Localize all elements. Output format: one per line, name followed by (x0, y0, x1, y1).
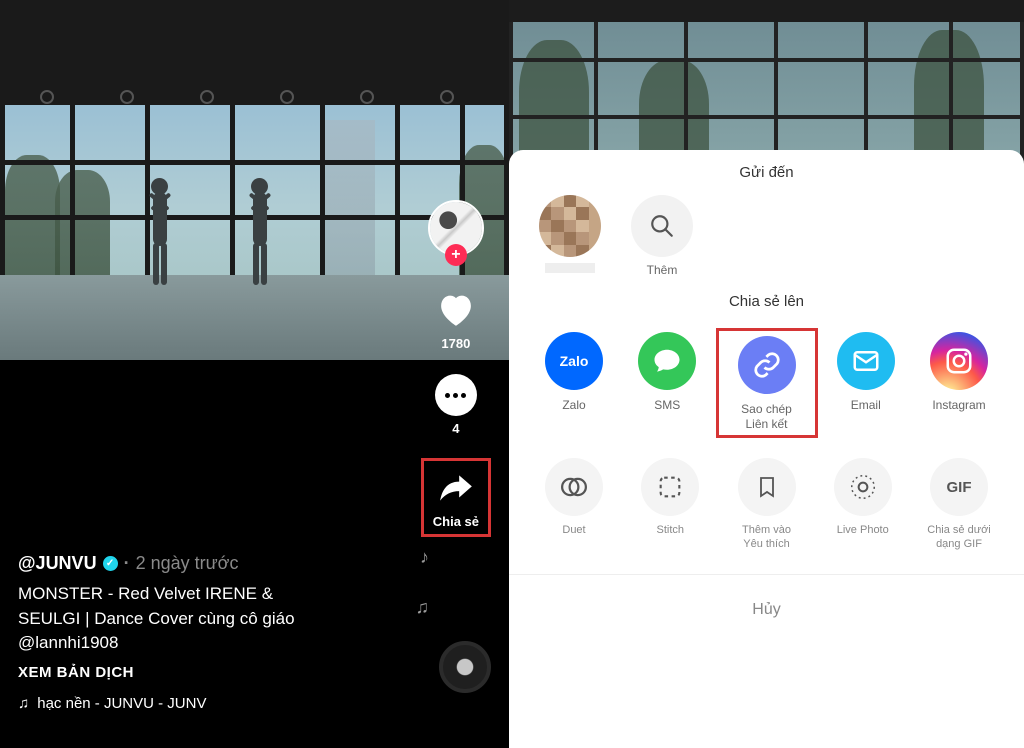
send-contact[interactable] (537, 195, 603, 277)
email-icon (837, 332, 895, 390)
share-to-title: Chia sẻ lên (509, 293, 1024, 310)
search-icon (649, 213, 675, 239)
send-to-title: Gửi đến (509, 164, 1024, 181)
tool-duet[interactable]: Duet (533, 458, 615, 552)
tiktok-video-screen: + 1780 4 Chia sẻ ♪ ♫ @JUNVU ✓ (0, 0, 509, 748)
sound-marquee[interactable]: ♫ hạc nền - JUNVU - JUNV (18, 695, 399, 712)
share-zalo[interactable]: Zalo Zalo (533, 332, 615, 436)
contact-name-blurred (545, 263, 595, 273)
follow-plus-icon[interactable]: + (445, 244, 467, 266)
username[interactable]: @JUNVU (18, 553, 97, 574)
music-note-icon: ♫ (18, 695, 29, 712)
post-time: 2 ngày trước (136, 553, 239, 574)
translate-button[interactable]: XEM BẢN DỊCH (18, 664, 399, 681)
instagram-icon (930, 332, 988, 390)
duet-icon (545, 458, 603, 516)
action-rail: + 1780 4 Chia sẻ (421, 200, 491, 537)
share-sms[interactable]: SMS (626, 332, 708, 436)
heart-icon (435, 289, 477, 331)
video-background (509, 0, 1024, 170)
share-sheet: Gửi đến Thêm Chia sẻ lên Zalo Zalo (509, 150, 1024, 748)
send-more[interactable]: Thêm (629, 195, 695, 277)
highlight-copylink-box (716, 328, 818, 438)
tool-favorite[interactable]: Thêm vàoYêu thích (726, 458, 808, 552)
cancel-button[interactable]: Hủy (509, 574, 1024, 631)
mention[interactable]: @lannhi1908 (18, 631, 399, 656)
share-sheet-screen: Gửi đến Thêm Chia sẻ lên Zalo Zalo (509, 0, 1024, 748)
like-count: 1780 (441, 336, 470, 351)
comment-icon (435, 374, 477, 416)
share-instagram[interactable]: Instagram (918, 332, 1000, 436)
music-note-icon: ♪ (420, 547, 429, 568)
video-meta: @JUNVU ✓ · 2 ngày trước MONSTER - Red Ve… (18, 553, 399, 712)
comment-count: 4 (452, 421, 459, 436)
live-photo-icon (834, 458, 892, 516)
comment-button[interactable]: 4 (434, 373, 478, 436)
music-note-icon: ♫ (416, 597, 430, 618)
share-email[interactable]: Email (825, 332, 907, 436)
zalo-icon: Zalo (545, 332, 603, 390)
highlight-share-box (421, 458, 491, 537)
tool-stitch[interactable]: Stitch (629, 458, 711, 552)
stitch-icon (641, 458, 699, 516)
tool-gif[interactable]: GIF Chia sẻ dướidạng GIF (918, 458, 1000, 552)
sound-disc[interactable] (439, 641, 491, 693)
sms-icon (638, 332, 696, 390)
like-button[interactable]: 1780 (434, 288, 478, 351)
verified-badge-icon: ✓ (103, 556, 118, 571)
bookmark-icon (738, 458, 796, 516)
video-caption: MONSTER - Red Velvet IRENE & SEULGI | Da… (18, 582, 399, 656)
tool-live-photo[interactable]: Live Photo (822, 458, 904, 552)
gif-icon: GIF (930, 458, 988, 516)
profile-avatar[interactable]: + (428, 200, 484, 256)
